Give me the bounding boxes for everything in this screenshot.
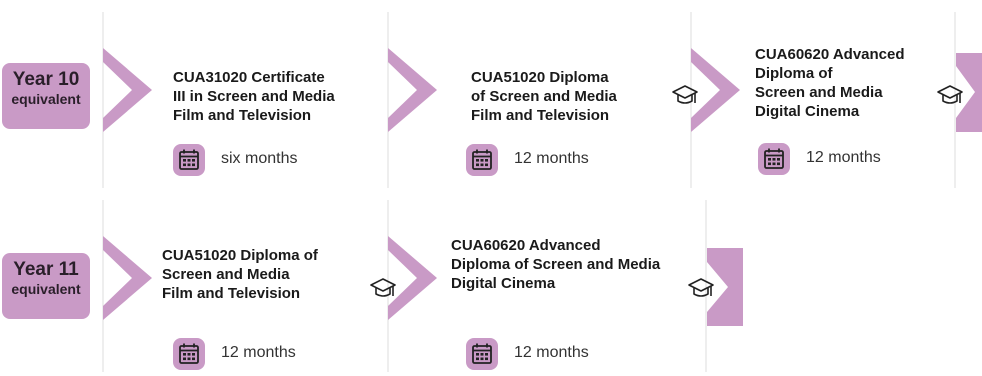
calendar-icon <box>173 144 205 176</box>
calendar-icon <box>758 143 790 175</box>
duration-text: 12 months <box>514 150 589 167</box>
duration-text: 12 months <box>806 149 881 166</box>
duration-text: 12 months <box>221 344 296 361</box>
badge-year: Year 11 <box>13 259 79 280</box>
year-11-badge: Year 11 equivalent <box>2 253 90 319</box>
chevron-arrow <box>691 48 740 132</box>
end-tab <box>707 248 743 326</box>
graduation-cap-icon <box>672 85 698 104</box>
chevron-arrow <box>388 48 437 132</box>
calendar-icon <box>466 338 498 370</box>
duration-text: six months <box>221 150 298 167</box>
graduation-cap-icon <box>370 278 396 297</box>
qualification-title: CUA51020 Diploma of Screen and Media Fil… <box>471 69 617 124</box>
qualification-title: CUA31020 Certificate III in Screen and M… <box>173 69 335 124</box>
badge-year: Year 10 <box>12 69 80 90</box>
badge-equivalent: equivalent <box>11 91 81 107</box>
chevron-arrow <box>388 236 437 320</box>
calendar-icon <box>173 338 205 370</box>
badge-equivalent: equivalent <box>11 281 81 297</box>
chevron-arrow <box>103 48 152 132</box>
qualification-title: CUA51020 Diploma of Screen and Media Fil… <box>162 247 318 302</box>
qualification-title: CUA60620 Advanced Diploma of Screen and … <box>755 46 905 120</box>
graduation-cap-icon <box>937 85 963 104</box>
chevron-arrow <box>103 236 152 320</box>
duration-text: 12 months <box>514 344 589 361</box>
year-10-badge: Year 10 equivalent <box>2 63 90 129</box>
calendar-icon <box>466 144 498 176</box>
graduation-cap-icon <box>688 278 714 297</box>
qualification-title: CUA60620 Advanced Diploma of Screen and … <box>451 237 661 292</box>
